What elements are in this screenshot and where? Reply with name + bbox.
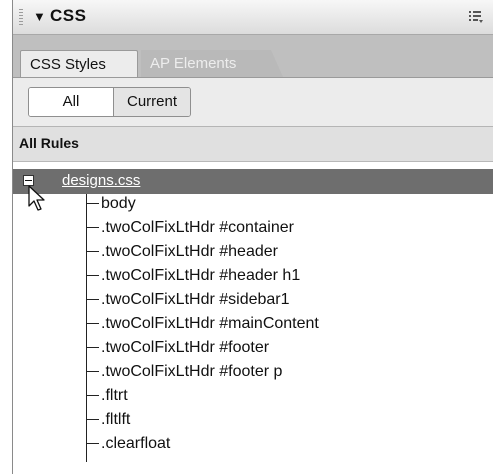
tab-ap-elements[interactable]: AP Elements bbox=[141, 50, 283, 77]
tree-rule-item[interactable]: .twoColFixLtHdr #footer bbox=[86, 339, 269, 361]
current-button[interactable]: Current bbox=[114, 88, 190, 116]
tree-rule-item[interactable]: .twoColFixLtHdr #sidebar1 bbox=[86, 291, 290, 313]
tab-css-styles[interactable]: CSS Styles bbox=[20, 50, 138, 77]
tree-branch-line bbox=[86, 371, 99, 373]
tree-branch-line bbox=[86, 275, 99, 277]
tree-branch-line bbox=[86, 323, 99, 325]
rule-selector[interactable]: .twoColFixLtHdr #mainContent bbox=[101, 315, 319, 332]
rule-selector[interactable]: .twoColFixLtHdr #header h1 bbox=[101, 267, 300, 284]
rule-selector[interactable]: .twoColFixLtHdr #container bbox=[101, 219, 294, 236]
collapse-arrow-icon[interactable]: ▼ bbox=[33, 9, 46, 24]
rules-tree: designs.css body .twoColFixLtHdr #contai… bbox=[13, 162, 493, 474]
panel-title[interactable]: CSS bbox=[50, 6, 86, 26]
tree-branch-line bbox=[86, 443, 99, 445]
tree-branch-line bbox=[86, 419, 99, 421]
mouse-pointer-icon bbox=[28, 185, 45, 211]
tree-rule-item[interactable]: .fltlft bbox=[86, 411, 130, 433]
rule-selector[interactable]: .twoColFixLtHdr #footer bbox=[101, 339, 269, 356]
tree-branch-line bbox=[86, 251, 99, 253]
tree-branch-line bbox=[86, 299, 99, 301]
tab-strip: CSS Styles AP Elements bbox=[13, 35, 493, 78]
css-panel: ▼ CSS CSS Styles AP Elements All Current… bbox=[12, 0, 493, 474]
view-toolbar: All Current bbox=[13, 78, 493, 127]
rule-selector[interactable]: .twoColFixLtHdr #sidebar1 bbox=[101, 291, 290, 308]
tree-branch-line bbox=[86, 227, 99, 229]
rule-selector[interactable]: body bbox=[101, 195, 136, 212]
tree-branch-line bbox=[86, 347, 99, 349]
panel-options-icon[interactable] bbox=[468, 9, 484, 25]
tree-rule-item[interactable]: .twoColFixLtHdr #footer p bbox=[86, 363, 282, 385]
stylesheet-row[interactable]: designs.css bbox=[13, 169, 493, 194]
stylesheet-name[interactable]: designs.css bbox=[62, 172, 140, 189]
tree-rule-item[interactable]: .fltrt bbox=[86, 387, 128, 409]
tree-rule-item[interactable]: .twoColFixLtHdr #container bbox=[86, 219, 294, 241]
tree-branch-line bbox=[86, 395, 99, 397]
tree-rule-item[interactable]: .clearfloat bbox=[86, 435, 170, 457]
tree-rule-item[interactable]: .twoColFixLtHdr #header bbox=[86, 243, 278, 265]
tree-rule-item[interactable]: .twoColFixLtHdr #header h1 bbox=[86, 267, 300, 289]
rule-selector[interactable]: .twoColFixLtHdr #footer p bbox=[101, 363, 282, 380]
panel-title-bar[interactable]: ▼ CSS bbox=[13, 0, 493, 35]
rule-selector[interactable]: .twoColFixLtHdr #header bbox=[101, 243, 278, 260]
view-mode-toggle: All Current bbox=[28, 87, 191, 117]
rule-selector[interactable]: .fltrt bbox=[101, 387, 128, 404]
rule-selector[interactable]: .clearfloat bbox=[101, 435, 170, 452]
all-rules-header: All Rules bbox=[13, 127, 493, 162]
tree-rule-item[interactable]: .twoColFixLtHdr #mainContent bbox=[86, 315, 319, 337]
drag-grip-icon[interactable] bbox=[19, 9, 23, 25]
rule-selector[interactable]: .fltlft bbox=[101, 411, 130, 428]
all-button[interactable]: All bbox=[29, 88, 114, 116]
tree-branch-line bbox=[86, 203, 99, 205]
tree-rule-item[interactable]: body bbox=[86, 195, 136, 217]
section-title: All Rules bbox=[19, 135, 79, 151]
